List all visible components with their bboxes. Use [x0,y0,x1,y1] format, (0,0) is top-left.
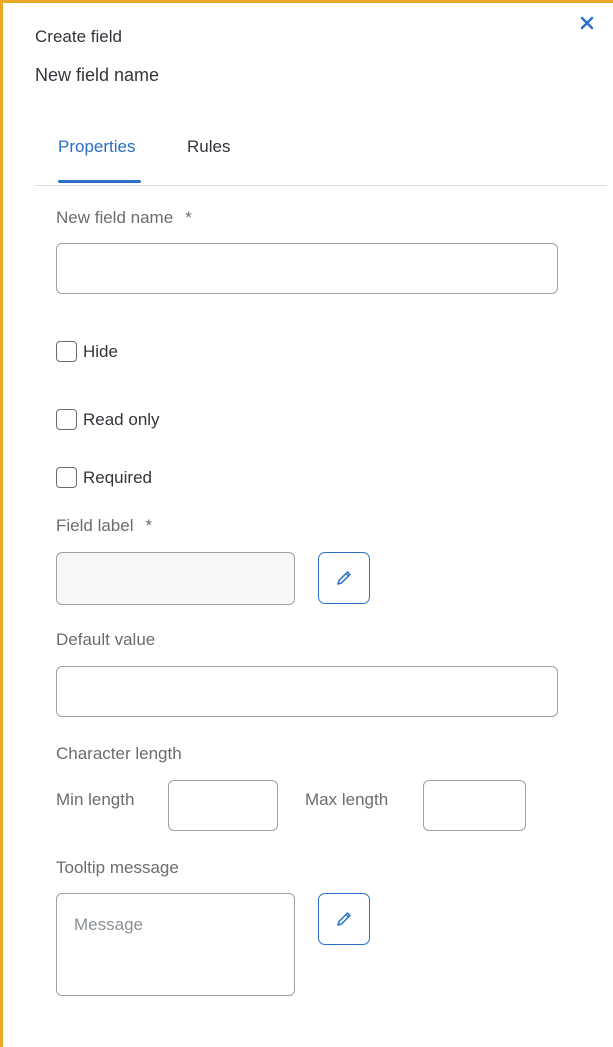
field-name-label-text: New field name [56,208,174,227]
required-marker: * [145,516,153,535]
pencil-icon [337,912,351,926]
default-value-input[interactable] [56,666,558,717]
required-marker: * [185,208,192,227]
hide-checkbox-label: Hide [83,341,118,361]
close-icon [580,16,594,30]
panel-title: Create field [35,27,122,46]
close-button[interactable] [575,11,599,35]
required-checkbox-label: Required [83,467,152,487]
min-length-input[interactable] [168,780,278,831]
field-name-subtitle: New field name [35,65,160,85]
character-length-label: Character length [56,744,182,763]
edit-field-label-button[interactable] [318,552,370,604]
max-length-input[interactable] [423,780,526,831]
read-only-checkbox[interactable] [56,409,77,430]
field-label-label: Field label * [56,516,152,536]
create-field-panel: Create field New field name Properties R… [0,0,613,1047]
min-length-label: Min length [56,790,135,809]
field-label-label-text: Field label [56,516,134,535]
edit-tooltip-button[interactable] [318,893,370,945]
tooltip-message-placeholder: Message [74,915,143,934]
default-value-label: Default value [56,630,156,649]
hide-checkbox-row[interactable]: Hide [56,341,118,362]
required-checkbox-row[interactable]: Required [56,467,152,488]
field-label-input[interactable] [56,552,295,605]
active-tab-indicator [58,180,141,183]
read-only-checkbox-row[interactable]: Read only [56,409,160,430]
read-only-checkbox-label: Read only [83,409,160,429]
tooltip-message-label: Tooltip message [56,858,179,877]
hide-checkbox[interactable] [56,341,77,362]
tab-properties[interactable]: Properties [58,137,135,157]
required-checkbox[interactable] [56,467,77,488]
tab-divider [35,185,607,186]
pencil-icon [337,571,351,585]
max-length-label: Max length [305,790,389,809]
field-name-input[interactable] [56,243,558,294]
field-name-label: New field name * [56,208,192,228]
tab-rules[interactable]: Rules [187,137,230,157]
tooltip-message-textarea[interactable]: Message [56,893,295,996]
